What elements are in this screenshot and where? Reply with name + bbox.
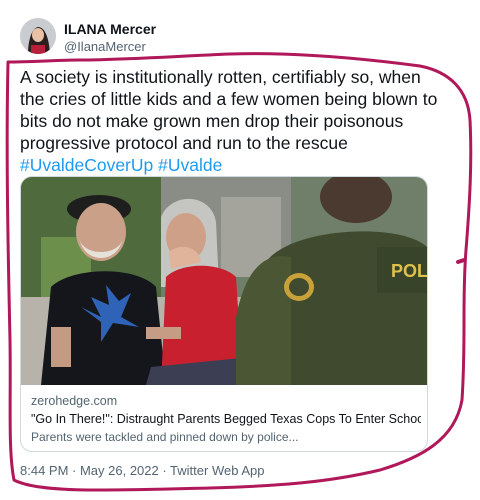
- hashtag-link[interactable]: #Uvalde: [158, 155, 222, 175]
- hashtag-line: #UvaldeCoverUp #Uvalde: [20, 154, 440, 176]
- card-photo: POLI: [21, 177, 427, 385]
- author-handle[interactable]: @IlanaMercer: [64, 39, 146, 55]
- tweet-timestamp[interactable]: 8:44 PM · May 26, 2022 · Twitter Web App: [20, 463, 264, 478]
- card-domain: zerohedge.com: [31, 394, 118, 408]
- tweet-line: bits do not make grown men drop their po…: [20, 111, 404, 131]
- hashtag-link[interactable]: #UvaldeCoverUp: [20, 155, 153, 175]
- card-photo-patch-text: POLI: [391, 261, 427, 281]
- card-title[interactable]: "Go In There!": Distraught Parents Begge…: [31, 411, 421, 428]
- tweet-line: progressive protocol and run to the resc…: [20, 133, 348, 153]
- profile-photo-icon: [20, 18, 56, 54]
- author-display-name[interactable]: ILANA Mercer: [64, 21, 156, 37]
- card-meta: zerohedge.com "Go In There!": Distraught…: [31, 393, 421, 445]
- tweet-text: A society is institutionally rotten, cer…: [20, 66, 440, 176]
- tweet-line: the cries of little kids and a few women…: [20, 89, 438, 109]
- tweet: ILANA Mercer @IlanaMercer A society is i…: [0, 0, 480, 500]
- card-description: Parents were tackled and pinned down by …: [31, 430, 299, 444]
- link-card[interactable]: POLI zerohedge.com "Go In There!": Distr…: [20, 176, 428, 452]
- tweet-line: A society is institutionally rotten, cer…: [20, 67, 421, 87]
- author-avatar[interactable]: [20, 18, 56, 54]
